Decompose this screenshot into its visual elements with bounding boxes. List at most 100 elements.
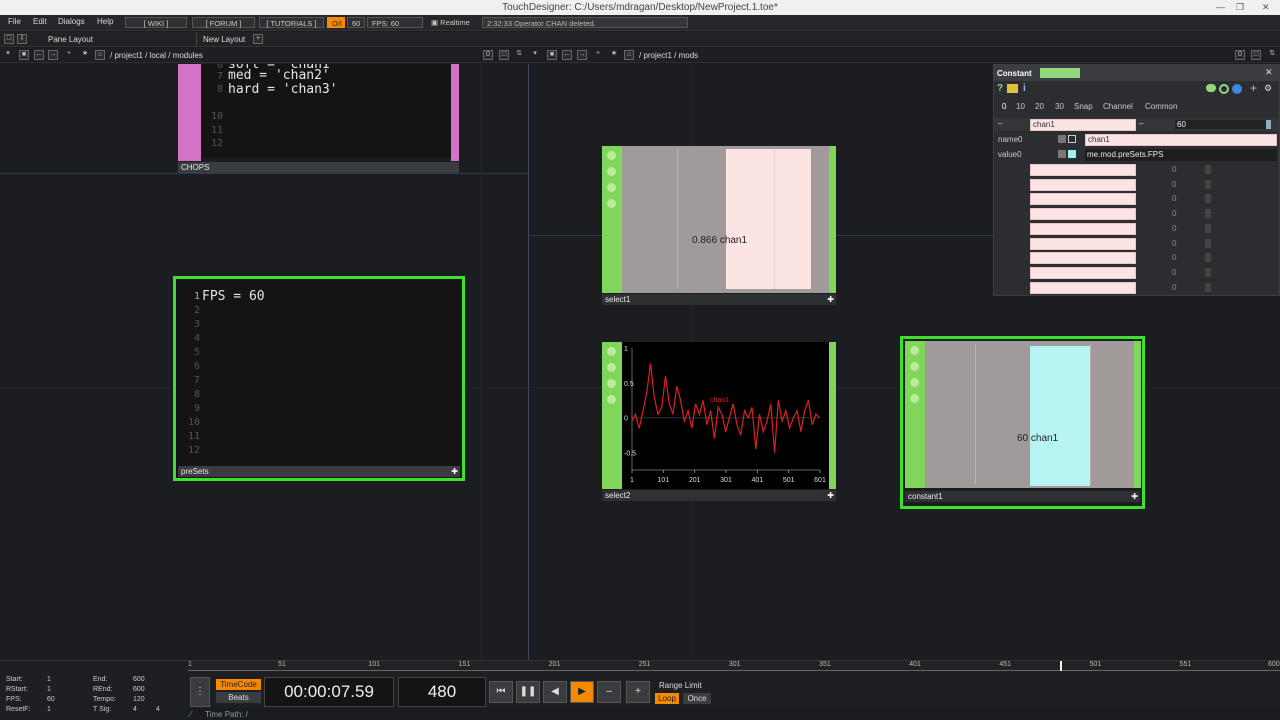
select1-viewer[interactable]: 0.866 chan1 bbox=[622, 146, 829, 293]
home-icon[interactable]: ⌂ bbox=[95, 50, 105, 60]
active-name-input[interactable]: chan1 bbox=[1030, 119, 1136, 131]
slider-handle[interactable] bbox=[1205, 238, 1211, 248]
slider-handle[interactable] bbox=[1205, 179, 1211, 189]
channel-value-readout[interactable]: 0 bbox=[1172, 180, 1176, 189]
new-layout-label[interactable]: New Layout bbox=[203, 35, 245, 44]
channel-value-readout[interactable]: 0 bbox=[1172, 253, 1176, 262]
channel-value-readout[interactable]: 0 bbox=[1172, 239, 1176, 248]
slider-handle[interactable] bbox=[1205, 267, 1211, 277]
clone-icon[interactable] bbox=[607, 199, 616, 208]
slider-handle[interactable] bbox=[1205, 165, 1211, 174]
slider-handle[interactable] bbox=[1205, 223, 1211, 233]
channel-name-input[interactable] bbox=[1030, 193, 1136, 206]
select1-chop-node[interactable]: 0.866 chan1 select1 ✚ bbox=[602, 146, 836, 306]
settings-icon[interactable]: ⚙ bbox=[1264, 83, 1272, 94]
channel-name-input[interactable] bbox=[1030, 266, 1136, 279]
tsig-b[interactable]: 4 bbox=[156, 705, 160, 714]
tab-common[interactable]: Common bbox=[1145, 102, 1177, 111]
menu-dialogs[interactable]: Dialogs bbox=[58, 17, 85, 26]
expr-toggle-icon[interactable] bbox=[1058, 135, 1066, 143]
channel-value-readout[interactable]: 0 bbox=[1172, 209, 1176, 218]
right-add-icon[interactable]: + bbox=[593, 50, 603, 60]
expand-icon[interactable]: ✚ bbox=[827, 490, 834, 501]
maximize-icon[interactable]: ❐ bbox=[1236, 0, 1244, 15]
right-maximize-icon[interactable]: □ bbox=[1251, 50, 1261, 60]
tab-0[interactable]: 0 bbox=[1002, 102, 1006, 111]
minimize-icon[interactable]: — bbox=[1216, 0, 1225, 15]
mode-toggle-icon[interactable] bbox=[1068, 135, 1076, 143]
channel-name-input[interactable] bbox=[1030, 178, 1136, 191]
playhead[interactable] bbox=[1060, 661, 1062, 671]
select2-chop-node[interactable]: 1 0.5 0 -0.5 1 101 201 301 401 501 601 chan1 select… bbox=[602, 342, 836, 502]
globe-icon[interactable] bbox=[1232, 84, 1242, 94]
select2-node-label[interactable]: select2 ✚ bbox=[602, 490, 836, 501]
timecode-display[interactable]: 00:00:07.59 bbox=[264, 677, 394, 707]
left-network-editor[interactable]: 6 soft = 'chan1' 7 med = 'chan2' 8 hard … bbox=[0, 64, 528, 660]
channel-value-readout[interactable]: 0 bbox=[1172, 194, 1176, 203]
comment-icon[interactable] bbox=[1206, 84, 1216, 92]
left-path-breadcrumb[interactable]: / project1 / local / modules bbox=[110, 51, 203, 60]
slider-handle[interactable] bbox=[1266, 120, 1271, 129]
oi-button[interactable]: O/I bbox=[327, 17, 345, 28]
forward-icon[interactable]: → bbox=[48, 50, 58, 60]
close-icon[interactable]: ✕ bbox=[1262, 0, 1270, 15]
constant1-viewer[interactable]: 60 chan1 bbox=[925, 341, 1134, 488]
op-name-field[interactable] bbox=[1040, 68, 1080, 78]
lock-icon[interactable] bbox=[607, 167, 616, 176]
step-plus-button[interactable]: + bbox=[626, 681, 650, 703]
expr-toggle-icon[interactable] bbox=[1058, 150, 1066, 158]
right-pane-number[interactable]: 0 bbox=[1235, 50, 1245, 60]
clone-icon[interactable] bbox=[607, 395, 616, 404]
chops-node-label[interactable]: CHOPS bbox=[178, 162, 459, 173]
presets-node-label[interactable]: preSets ✚ bbox=[178, 466, 460, 477]
channel-name-input[interactable] bbox=[1030, 208, 1136, 221]
left-maximize-icon[interactable]: □ bbox=[499, 50, 509, 60]
slider-handle[interactable] bbox=[1205, 253, 1211, 263]
viewer-icon[interactable] bbox=[607, 379, 616, 388]
channel-name-input[interactable] bbox=[1030, 281, 1136, 294]
channel-name-input[interactable] bbox=[1030, 252, 1136, 265]
pane-menu-icon[interactable]: ▾ bbox=[3, 50, 13, 60]
channel-value-readout[interactable]: 0 bbox=[1172, 268, 1176, 277]
tab-30[interactable]: 30 bbox=[1055, 102, 1064, 111]
add-icon[interactable]: + bbox=[64, 50, 74, 60]
tab-channel[interactable]: Channel bbox=[1103, 102, 1133, 111]
pane-layout-label[interactable]: Pane Layout bbox=[48, 35, 93, 44]
presets-dat-node[interactable]: 1 FPS = 60 2 3 4 5 6 7 8 9 10 11 12 preS… bbox=[173, 276, 465, 481]
channel-value-readout[interactable]: 0 bbox=[1172, 283, 1176, 292]
end-value[interactable]: 600 bbox=[133, 675, 145, 684]
slider-handle[interactable] bbox=[1205, 282, 1211, 292]
network-view-icon[interactable]: ■ bbox=[19, 50, 29, 60]
viewer-icon[interactable] bbox=[607, 183, 616, 192]
tab-20[interactable]: 20 bbox=[1035, 102, 1044, 111]
lock-icon[interactable] bbox=[910, 362, 919, 371]
channel-name-input[interactable] bbox=[1030, 222, 1136, 235]
right-bookmark-icon[interactable]: ★ bbox=[609, 50, 619, 60]
constant1-node-label[interactable]: constant1 ✚ bbox=[905, 491, 1140, 502]
rend-value[interactable]: 600 bbox=[133, 685, 145, 694]
right-back-icon[interactable]: ← bbox=[562, 50, 572, 60]
menu-file[interactable]: File bbox=[8, 17, 21, 26]
menu-help[interactable]: Help bbox=[97, 17, 113, 26]
viewer-icon[interactable] bbox=[910, 378, 919, 387]
presets-code-viewer[interactable]: 1 FPS = 60 2 3 4 5 6 7 8 9 10 11 12 bbox=[178, 281, 460, 465]
timecode-mode-button[interactable]: TimeCode bbox=[216, 679, 261, 690]
rstart-value[interactable]: 1 bbox=[47, 685, 51, 694]
chops-dat-node[interactable]: 6 soft = 'chan1' 7 med = 'chan2' 8 hard … bbox=[178, 64, 459, 174]
back-icon[interactable]: ← bbox=[34, 50, 44, 60]
timeline-ruler[interactable]: 1 51 101 151 201 251 301 351 401 451 501 551 600 bbox=[188, 661, 1280, 671]
channel-name-input[interactable] bbox=[1030, 237, 1136, 250]
loop-button[interactable]: Loop bbox=[655, 693, 679, 704]
slider-handle[interactable] bbox=[1205, 194, 1211, 204]
name0-input[interactable]: chan1 bbox=[1085, 134, 1277, 146]
add-layout-icon[interactable]: + bbox=[253, 34, 263, 44]
pause-button[interactable]: ❚❚ bbox=[516, 681, 540, 703]
active-value-input[interactable]: 60 bbox=[1175, 120, 1267, 129]
timeline-toggle[interactable]: ⋮ bbox=[190, 677, 210, 707]
rewind-button[interactable]: ⏮ bbox=[489, 681, 513, 703]
resetf-value[interactable]: 1 bbox=[47, 705, 51, 714]
start-value[interactable]: 1 bbox=[47, 675, 51, 684]
pane-split-icon[interactable]: □ bbox=[4, 34, 14, 44]
select1-node-label[interactable]: select1 ✚ bbox=[602, 294, 836, 305]
tsig-a[interactable]: 4 bbox=[133, 705, 137, 714]
